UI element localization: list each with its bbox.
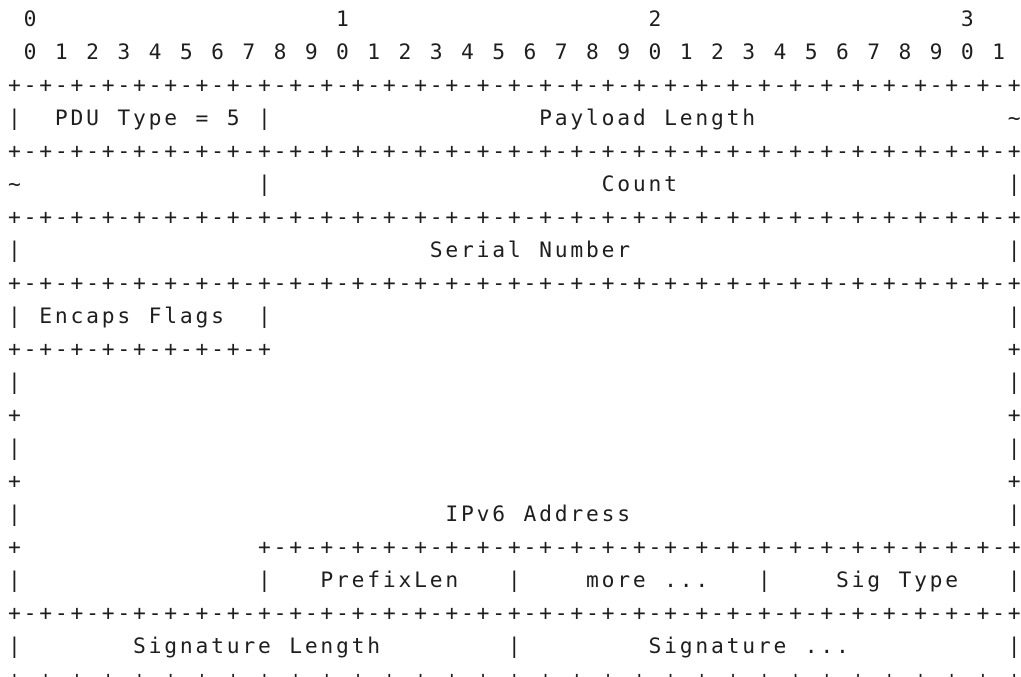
diagram-line: +-+-+-+-+-+-+-+-+ +	[8, 337, 1021, 362]
diagram-line: +-+-+-+-+-+-+-+-+-+-+-+-+-+-+-+-+-+-+-+-…	[8, 271, 1021, 296]
diagram-line: | |	[8, 370, 1021, 395]
diagram-line: 0 1 2 3	[8, 7, 977, 32]
diagram-line: | IPv6 Address |	[8, 502, 1021, 527]
diagram-line: +-+-+-+-+-+-+-+-+-+-+-+-+-+-+-+-+-+-+-+-…	[8, 139, 1021, 164]
diagram-line: + +	[8, 469, 1021, 494]
diagram-line: ~ | Count |	[8, 172, 1021, 197]
diagram-line: | |	[8, 436, 1021, 461]
diagram-line: | Encaps Flags | |	[8, 304, 1021, 329]
diagram-line: + +	[8, 403, 1021, 428]
diagram-line: | PDU Type = 5 | Payload Length ~	[8, 106, 1021, 131]
diagram-line: +-+-+-+-+-+-+-+-+-+-+-+-+-+-+-+-+-+-+-+-…	[8, 663, 1021, 677]
diagram-line: + +-+-+-+-+-+-+-+-+-+-+-+-+-+-+-+-+-+-+-…	[8, 535, 1021, 560]
diagram-line: | Signature Length | Signature ... |	[8, 634, 1021, 659]
diagram-line: +-+-+-+-+-+-+-+-+-+-+-+-+-+-+-+-+-+-+-+-…	[8, 73, 1021, 98]
diagram-line: 0 1 2 3 4 5 6 7 8 9 0 1 2 3 4 5 6 7 8 9 …	[8, 40, 1008, 65]
diagram-line: | | PrefixLen | more ... | Sig Type |	[8, 568, 1021, 593]
pdu-format-diagram: 0 1 2 3 0 1 2 3 4 5 6 7 8 9 0 1 2 3 4 5 …	[0, 0, 1021, 677]
diagram-line: +-+-+-+-+-+-+-+-+-+-+-+-+-+-+-+-+-+-+-+-…	[8, 601, 1021, 626]
diagram-line: +-+-+-+-+-+-+-+-+-+-+-+-+-+-+-+-+-+-+-+-…	[8, 205, 1021, 230]
diagram-line: | Serial Number |	[8, 238, 1021, 263]
